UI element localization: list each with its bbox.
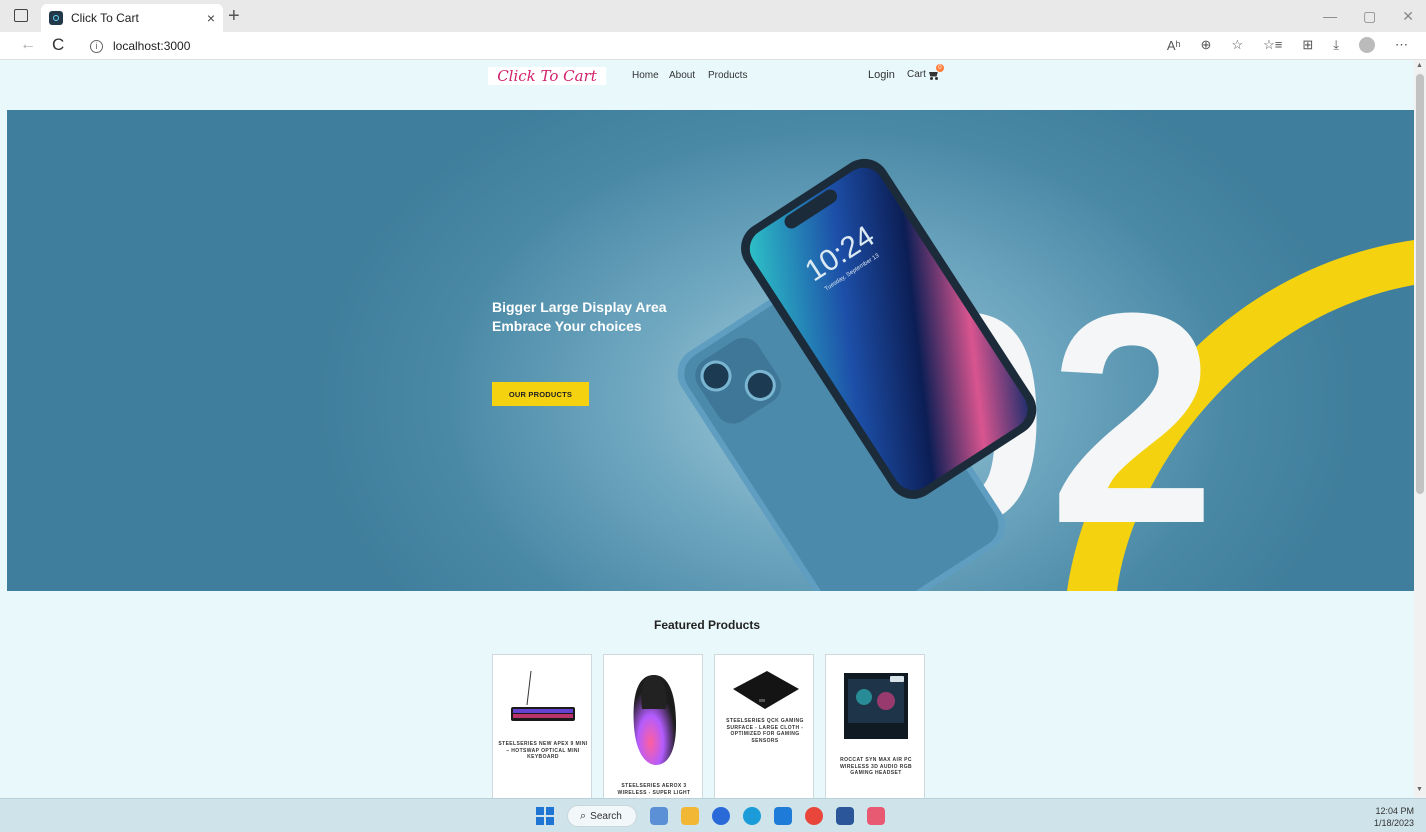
reload-icon[interactable]: C [52,35,64,55]
minimize-icon[interactable]: — [1323,8,1337,25]
product-name: STEELSERIES AEROX 3 WIRELESS - SUPER LIG… [617,783,691,796]
favorite-icon[interactable]: ☆ [1231,37,1243,53]
read-aloud-icon[interactable]: Aʰ [1167,38,1181,53]
search-icon: ⌕ [580,809,587,822]
window-controls: — ▢ ✕ [1323,8,1414,25]
product-card[interactable]: STEELSERIES QCK GAMING SURFACE - LARGE C… [714,654,814,798]
cart-label: Cart [907,69,926,80]
nav-login[interactable]: Login [868,69,895,81]
new-tab-icon[interactable]: + [228,6,240,26]
cart-icon: 0 [928,63,944,80]
scroll-up-icon[interactable]: ▲ [1416,62,1423,69]
windows-start-icon[interactable] [536,807,554,825]
featured-products-title: Featured Products [653,618,761,632]
scrollbar-thumb[interactable] [1416,74,1424,494]
our-products-button[interactable]: OUR PRODUCTS [492,382,589,406]
hero-title-line-1: Bigger Large Display Area [492,299,667,315]
hero-title-line-2: Embrace Your choices [492,318,642,334]
clock-date: 1/18/2023 [1373,818,1414,828]
word-icon[interactable] [836,807,854,825]
mouse-image [633,675,676,765]
downloads-icon[interactable]: ⤓ [1333,37,1339,53]
chrome-icon[interactable] [805,807,823,825]
product-name: STEELSERIES NEW APEX 9 MINI – HOTSWAP OP… [498,741,588,760]
nav-cart[interactable]: Cart 0 [907,63,944,80]
hero-banner: 02 10:24 Tuesday, September 13 Bigger La… [7,110,1414,591]
edge-icon[interactable] [743,807,761,825]
hero-artwork: 02 10:24 Tuesday, September 13 [677,158,1414,591]
product-name: ROCCAT SYN MAX AIR PC WIRELESS 3D AUDIO … [839,757,913,776]
hero-title: Bigger Large Display Area Embrace Your c… [492,298,752,336]
taskbar-apps: ⌕ Search [536,805,885,827]
address-toolbar: ← C i localhost:3000 Aʰ ⊕ ☆ ☆≡ ⊞ ⤓ ⋯ [0,32,1426,60]
telegram-icon[interactable] [712,807,730,825]
keyboard-image [511,670,575,721]
browser-tab[interactable]: Click To Cart × [41,4,223,32]
zoom-icon[interactable]: ⊕ [1201,37,1212,53]
more-options-icon[interactable]: ⋯ [1395,37,1408,53]
file-explorer-icon[interactable] [681,807,699,825]
scroll-down-icon[interactable]: ▼ [1416,786,1423,793]
nav-about[interactable]: About [669,70,695,81]
task-view-icon[interactable] [650,807,668,825]
site-info-icon[interactable]: i [90,39,103,53]
nav-products[interactable]: Products [708,70,747,81]
clock-time: 12:04 PM [1375,806,1414,816]
site-navbar: Click To Cart Home About Products Login … [0,60,1414,110]
product-card[interactable]: STEELSERIES NEW APEX 9 MINI – HOTSWAP OP… [492,654,592,798]
profile-avatar[interactable] [1359,37,1375,53]
close-window-icon[interactable]: ✕ [1402,8,1414,25]
taskbar-search[interactable]: ⌕ Search [567,805,637,827]
back-icon[interactable]: ← [20,36,36,54]
cart-count-badge: 0 [935,63,944,72]
windows-taskbar: ⌕ Search 12:04 PM 1/18/2023 [0,798,1426,832]
address-bar[interactable]: i localhost:3000 [80,35,1160,57]
collections-icon[interactable]: ⊞ [1302,37,1313,53]
brand-logo[interactable]: Click To Cart [488,67,606,85]
page-scrollbar[interactable]: ▲ ▼ [1414,60,1426,798]
close-tab-icon[interactable]: × [207,10,215,26]
product-card[interactable]: ROCCAT SYN MAX AIR PC WIRELESS 3D AUDIO … [825,654,925,798]
taskbar-clock[interactable]: 12:04 PM 1/18/2023 [1374,805,1414,829]
featured-products-list: STEELSERIES NEW APEX 9 MINI – HOTSWAP OP… [492,654,925,798]
nav-home[interactable]: Home [632,70,659,81]
browser-toolbar-icons: Aʰ ⊕ ☆ ☆≡ ⊞ ⤓ ⋯ [1167,37,1408,53]
product-name: STEELSERIES QCK GAMING SURFACE - LARGE C… [726,718,804,744]
paint-icon[interactable] [867,807,885,825]
react-favicon-icon [49,11,63,25]
restore-icon[interactable]: ▢ [1363,8,1376,25]
url-text[interactable]: localhost:3000 [113,39,190,53]
favorites-list-icon[interactable]: ☆≡ [1263,37,1282,53]
page-viewport: Click To Cart Home About Products Login … [0,60,1414,798]
browser-tab-bar: Click To Cart × + — ▢ ✕ [0,0,1426,32]
tab-actions-icon[interactable] [14,9,28,22]
taskbar-search-label: Search [590,810,622,822]
tab-title: Click To Cart [71,11,139,25]
vscode-icon[interactable] [774,807,792,825]
mousepad-image [733,671,799,709]
headset-box-image [844,673,908,739]
product-card[interactable]: STEELSERIES AEROX 3 WIRELESS - SUPER LIG… [603,654,703,798]
